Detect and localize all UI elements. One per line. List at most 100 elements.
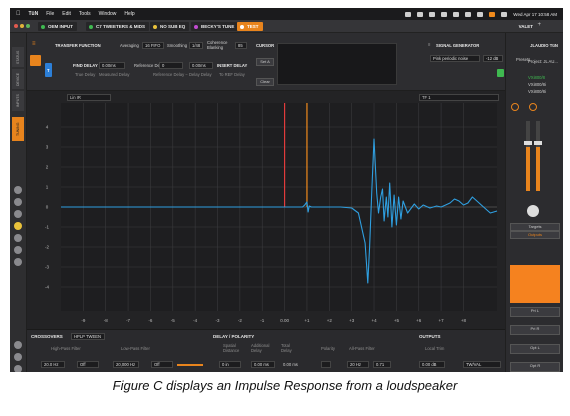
find-delay-button[interactable]: FIND DELAY (73, 63, 98, 68)
status-icon-3[interactable] (429, 11, 436, 17)
status-icon-5[interactable] (465, 11, 472, 17)
apple-icon[interactable]:  (16, 11, 21, 17)
sidebar-tab-status[interactable]: STATUS (12, 47, 24, 67)
menubar-clock[interactable]: Wed Apr 17 10:58 AM (513, 12, 557, 17)
mute-icon[interactable] (527, 205, 539, 217)
device-a-label[interactable]: VXi800/8i (528, 82, 546, 87)
globe-icon[interactable] (14, 258, 22, 266)
menu-help[interactable]: Help (124, 11, 134, 17)
wifi-icon[interactable] (453, 11, 460, 17)
hp-type-select[interactable]: Off (77, 361, 99, 368)
crossovers-title: CROSSOVERS (31, 334, 63, 339)
menu-window[interactable]: Window (99, 11, 117, 17)
targets-button[interactable]: Targets (510, 223, 560, 231)
lock-icon[interactable] (14, 222, 22, 230)
smoothing-select[interactable]: 1/48 (189, 42, 203, 49)
impulse-response-graph[interactable]: -9 -8 -7 -6 -5 -4 -3 -2 -1 0.00 +1 +2 +3 +4 +5 +6 +7 +8 4 3… (27, 91, 526, 329)
output-selector-panel[interactable] (510, 265, 560, 303)
window-red-dot[interactable] (14, 24, 18, 28)
output-pri-r[interactable]: Pri R (510, 325, 560, 335)
right-sidebar: Presets JLAUDIO TüN Project: JL AU... VX… (505, 33, 563, 372)
sidebar-tab-device[interactable]: DEVICE (12, 69, 24, 89)
window-green-dot[interactable] (26, 24, 30, 28)
sidebar-tab-tuning[interactable]: TUNING (12, 117, 24, 141)
status-icon-orange[interactable] (489, 11, 496, 17)
brand-logo: JLAUDIO TüN (530, 43, 558, 48)
x-tick-label: -4 (193, 318, 197, 323)
output-opt-r[interactable]: Opt R (510, 362, 560, 372)
menu-edit[interactable]: Edit (62, 11, 71, 17)
valet-label[interactable]: VALET (519, 24, 533, 29)
find-delay-value[interactable]: 0.00ms (99, 62, 125, 69)
coherence-label: Coherence Blanking (207, 40, 228, 50)
hpf-label[interactable]: High-Pass Filter (51, 346, 81, 351)
x-tick-label: +3 (349, 318, 355, 323)
set-a-button[interactable]: Set A (256, 58, 274, 66)
list-button[interactable] (30, 55, 41, 66)
level-meter-right-fill (536, 147, 540, 191)
output-pri-l[interactable]: Pri L (510, 307, 560, 317)
allpass-freq-input[interactable]: 20 Hz (347, 361, 369, 368)
graph-type-select[interactable]: Lin IR (67, 94, 111, 101)
insert-delay-button[interactable]: INSERT DELAY (217, 63, 247, 68)
lp-type-select[interactable]: Off (151, 361, 173, 368)
clear-button[interactable]: Clear (256, 78, 274, 86)
menu-icon[interactable]: ≡ (32, 41, 36, 47)
status-icon-1[interactable] (405, 11, 412, 17)
project-label[interactable]: Project: JL AU... (528, 59, 558, 64)
tab-beckys-tune[interactable]: BECKY'S TUNE (191, 22, 239, 31)
help-icon[interactable] (14, 341, 22, 349)
coherence-input[interactable]: 85 (235, 42, 247, 49)
delay-value[interactable]: 0.00ms (189, 62, 213, 69)
status-icon-2[interactable] (417, 11, 424, 17)
add-icon[interactable] (14, 186, 22, 194)
signal-level-input[interactable]: -12 dB (483, 55, 503, 62)
trim-input[interactable]: 0.00 dB (419, 361, 445, 368)
channel-name[interactable]: TW/VAL (463, 361, 501, 368)
settings-icon[interactable] (14, 210, 22, 218)
lpf-label[interactable]: Low-Pass Filter (121, 346, 150, 351)
play-button[interactable] (497, 69, 504, 77)
output-opt-l[interactable]: Opt L (510, 344, 560, 354)
gear-icon[interactable] (14, 353, 22, 361)
x-tick-label: +4 (371, 318, 377, 323)
link-icon[interactable] (14, 246, 22, 254)
menu-app-name[interactable]: TüN (29, 11, 39, 17)
menu-tools[interactable]: Tools (79, 11, 91, 17)
outputs-button[interactable]: Outputs (510, 231, 560, 239)
y-tick-label: -1 (45, 225, 49, 230)
menu-file[interactable]: File (46, 11, 54, 17)
device-b-label[interactable]: VXi800/8i (528, 89, 546, 94)
lp-freq-input[interactable]: 20,000 Hz (113, 361, 139, 368)
q-input[interactable]: 0.71 (373, 361, 391, 368)
trace-select[interactable]: TF 1 (419, 94, 499, 101)
hp-freq-input[interactable]: 20.0 Hz (41, 361, 65, 368)
averaging-select[interactable]: 16 FIFO (142, 42, 164, 49)
window-yellow-dot[interactable] (20, 24, 24, 28)
level-meter-left-fill (526, 147, 530, 191)
tab-test[interactable]: TEST (237, 22, 263, 31)
signal-type-select[interactable]: Pink periodic noise (430, 55, 480, 62)
plot-svg[interactable]: -9 -8 -7 -6 -5 -4 -3 -2 -1 0.00 +1 +2 +3 +4 +5 +6 +7 +8 4 3… (27, 91, 505, 329)
tab-c7-tweeters[interactable]: C7 TWEETERS & MIDS (86, 22, 150, 31)
control-center-icon[interactable] (501, 11, 508, 17)
tab-no-sub-eq[interactable]: NO SUB EQ (150, 22, 190, 31)
level-slider-right[interactable] (534, 141, 542, 145)
ref-delay-value[interactable]: 0 (159, 62, 183, 69)
sidebar-tab-inputs[interactable]: INPUTS (12, 91, 24, 111)
total-delay-value: 0.00 ms (283, 362, 298, 367)
add-tab-icon[interactable]: + (537, 22, 541, 28)
info-icon[interactable] (14, 365, 22, 372)
measured-delay-label: Measured Delay (99, 72, 130, 77)
polarity-toggle[interactable] (321, 361, 331, 368)
power-icon[interactable] (14, 234, 22, 242)
level-slider-left[interactable] (524, 141, 532, 145)
additional-delay-input[interactable]: 0.00 ms (251, 361, 275, 368)
user-icon[interactable] (14, 198, 22, 206)
status-icon-6[interactable] (477, 11, 484, 17)
tab-label: NO SUB EQ (160, 24, 186, 29)
spatial-input[interactable]: 0 in (219, 361, 241, 368)
crossover-name[interactable]: HPLP TWEEN (71, 333, 105, 340)
tab-oem-input[interactable]: OEM INPUT (38, 22, 78, 31)
status-icon-4[interactable] (441, 11, 448, 17)
